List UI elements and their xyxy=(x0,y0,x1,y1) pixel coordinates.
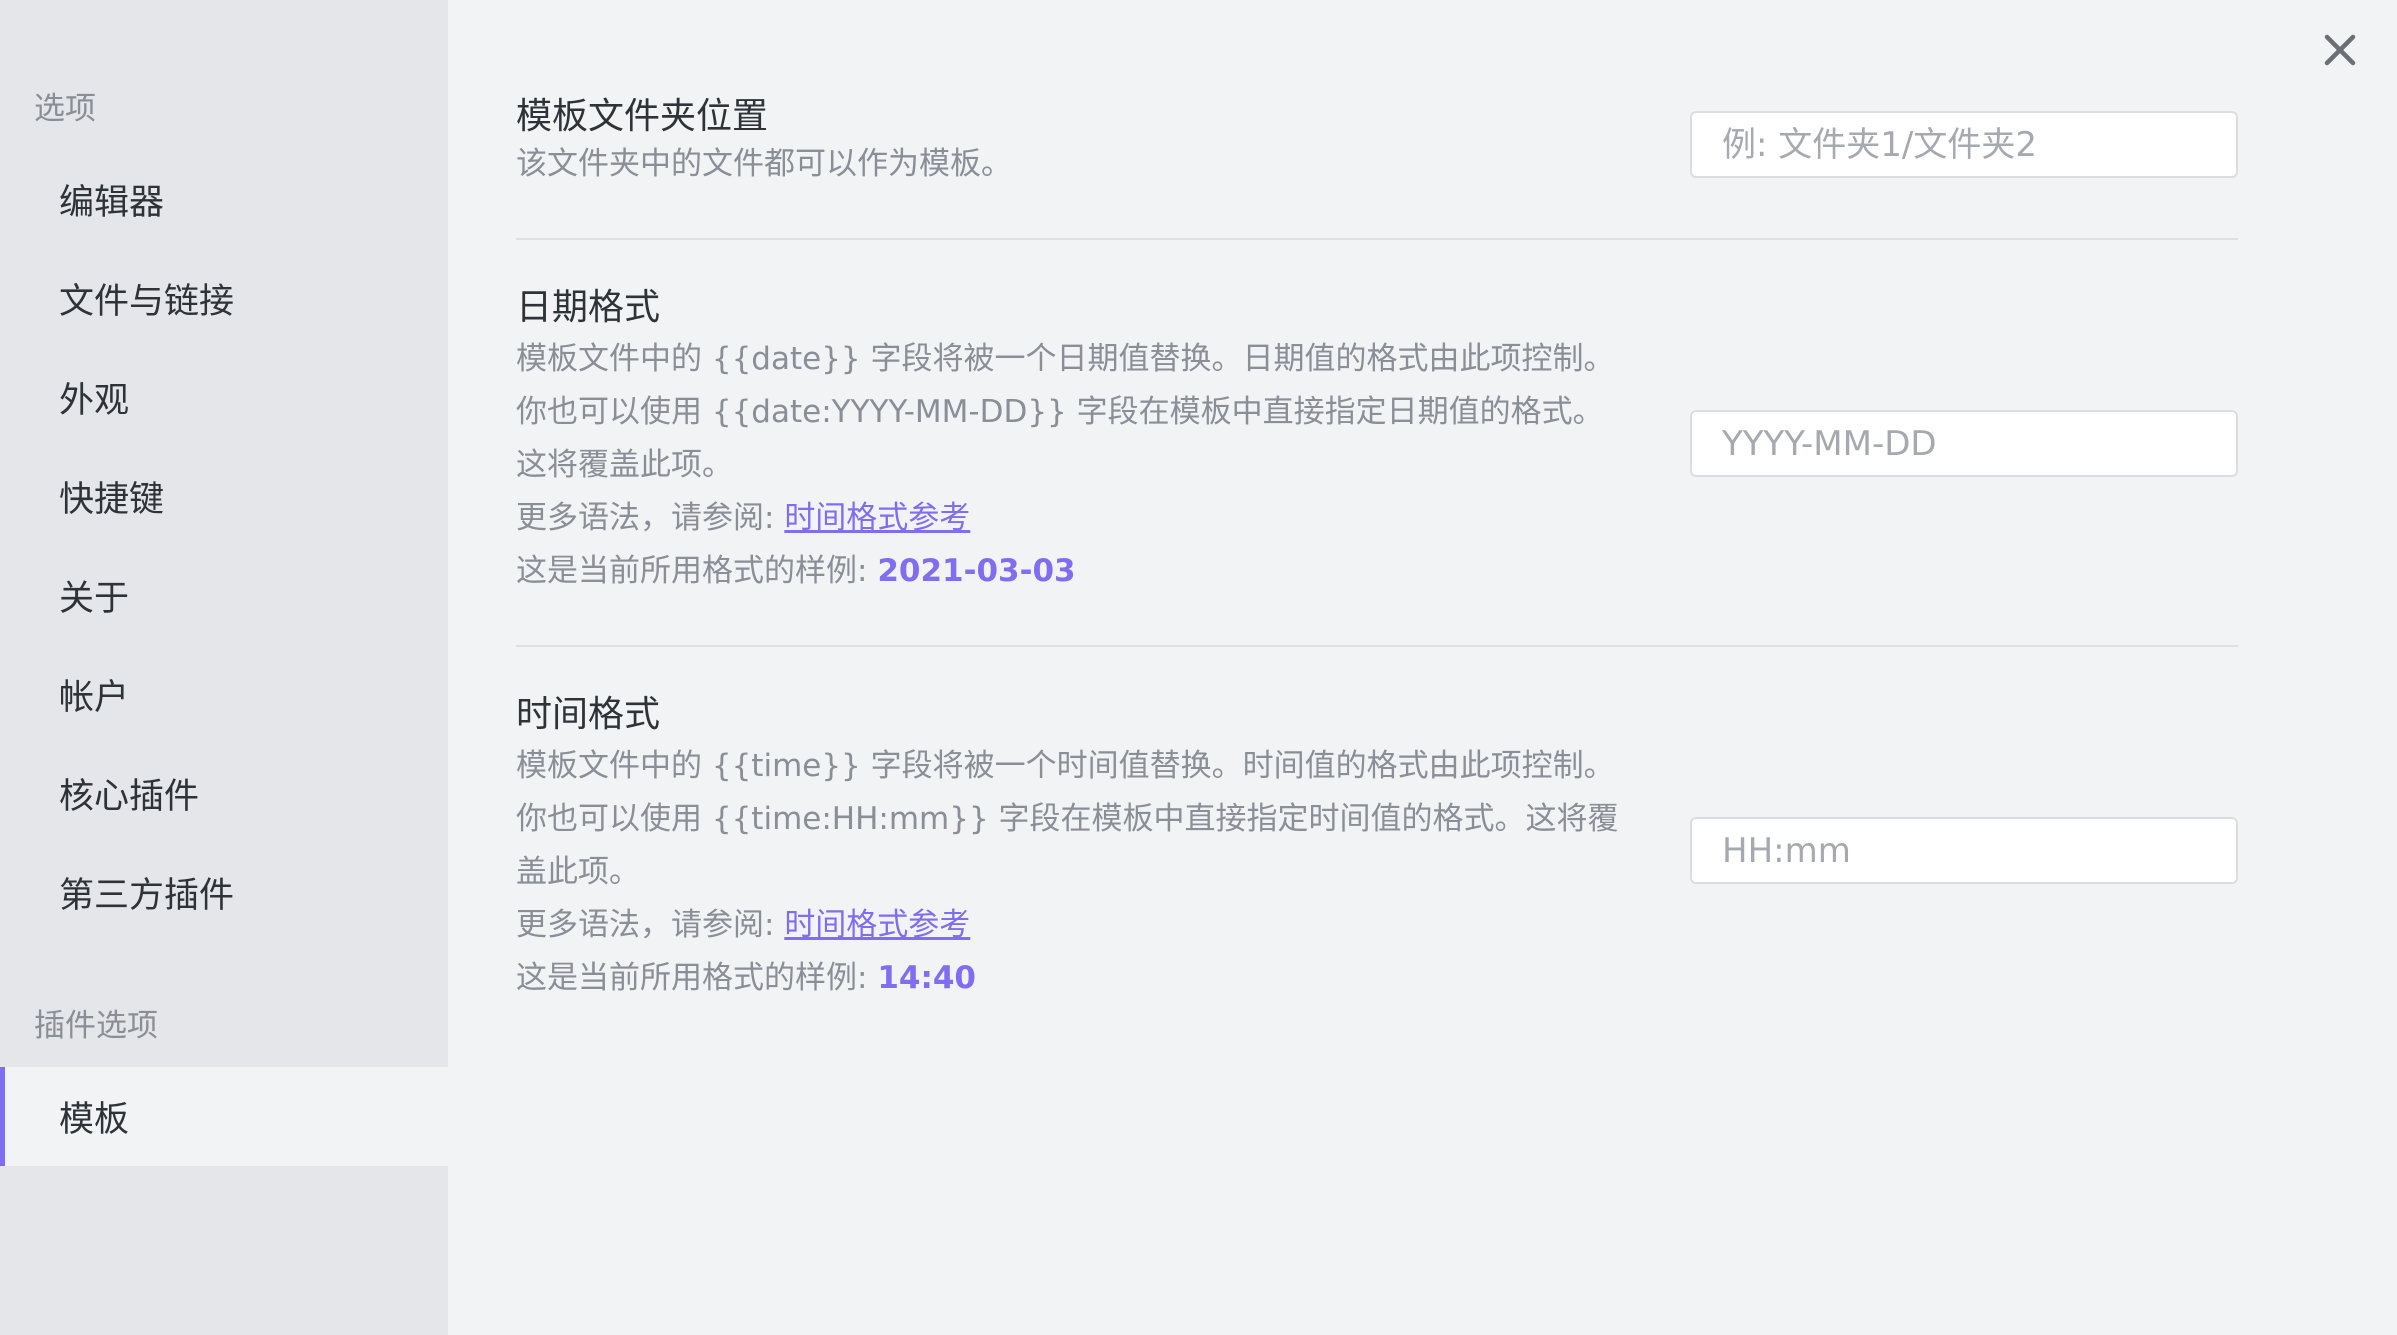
divider xyxy=(516,238,2238,240)
sidebar-item-templates[interactable]: 模板 xyxy=(0,1067,448,1166)
sidebar: 选项 编辑器 文件与链接 外观 快捷键 关于 帐户 核心插件 第三方插件 插件选… xyxy=(0,0,448,1335)
setting-name: 时间格式 xyxy=(516,694,661,735)
more-syntax-text: 更多语法，请参阅: xyxy=(516,500,785,536)
close-icon xyxy=(2324,34,2356,66)
description-line: 模板文件中的 {{date}} 字段将被一个日期值替换。日期值的格式由此项控制。 xyxy=(516,341,1615,377)
sample-prefix: 这是当前所用格式的样例: xyxy=(516,553,878,589)
sidebar-item-files-links[interactable]: 文件与链接 xyxy=(0,249,448,348)
sidebar-item-core-plugins[interactable]: 核心插件 xyxy=(0,744,448,843)
format-reference-link[interactable]: 时间格式参考 xyxy=(784,907,970,943)
sidebar-item-about[interactable]: 关于 xyxy=(0,546,448,645)
setting-description: 模板文件中的 {{date}} 字段将被一个日期值替换。日期值的格式由此项控制。… xyxy=(516,333,1626,598)
settings-window: 选项 编辑器 文件与链接 外观 快捷键 关于 帐户 核心插件 第三方插件 插件选… xyxy=(0,0,2397,1335)
more-syntax-line: 更多语法，请参阅: 时间格式参考 xyxy=(516,899,1626,952)
sample-prefix: 这是当前所用格式的样例: xyxy=(516,960,878,996)
format-reference-link[interactable]: 时间格式参考 xyxy=(784,500,970,536)
template-folder-input[interactable] xyxy=(1690,111,2238,178)
time-format-input[interactable] xyxy=(1690,817,2238,884)
setting-description: 该文件夹中的文件都可以作为模板。 xyxy=(516,146,1012,182)
sidebar-item-account[interactable]: 帐户 xyxy=(0,645,448,744)
more-syntax-line: 更多语法，请参阅: 时间格式参考 xyxy=(516,492,1626,545)
sample-value: 2021-03-03 xyxy=(877,553,1076,589)
sample-line: 这是当前所用格式的样例: 14:40 xyxy=(516,952,1626,1005)
divider xyxy=(516,645,2238,647)
sidebar-item-hotkeys[interactable]: 快捷键 xyxy=(0,447,448,546)
description-line: 你也可以使用 {{date:YYYY-MM-DD}} 字段在模板中直接指定日期值… xyxy=(516,394,1604,483)
date-format-input[interactable] xyxy=(1690,410,2238,477)
more-syntax-text: 更多语法，请参阅: xyxy=(516,907,785,943)
setting-description: 模板文件中的 {{time}} 字段将被一个时间值替换。时间值的格式由此项控制。… xyxy=(516,740,1626,1005)
sample-value: 14:40 xyxy=(877,960,976,996)
description-line: 模板文件中的 {{time}} 字段将被一个时间值替换。时间值的格式由此项控制。 xyxy=(516,748,1615,784)
setting-name: 日期格式 xyxy=(516,287,661,328)
sidebar-heading-plugin-options: 插件选项 xyxy=(34,1008,158,1044)
description-line: 你也可以使用 {{time:HH:mm}} 字段在模板中直接指定时间值的格式。这… xyxy=(516,801,1619,890)
sample-line: 这是当前所用格式的样例: 2021-03-03 xyxy=(516,545,1626,598)
sidebar-item-community-plugins[interactable]: 第三方插件 xyxy=(0,843,448,942)
sidebar-item-editor[interactable]: 编辑器 xyxy=(0,150,448,249)
close-button[interactable] xyxy=(2315,25,2365,75)
sidebar-item-appearance[interactable]: 外观 xyxy=(0,348,448,447)
sidebar-heading-options: 选项 xyxy=(34,91,96,127)
